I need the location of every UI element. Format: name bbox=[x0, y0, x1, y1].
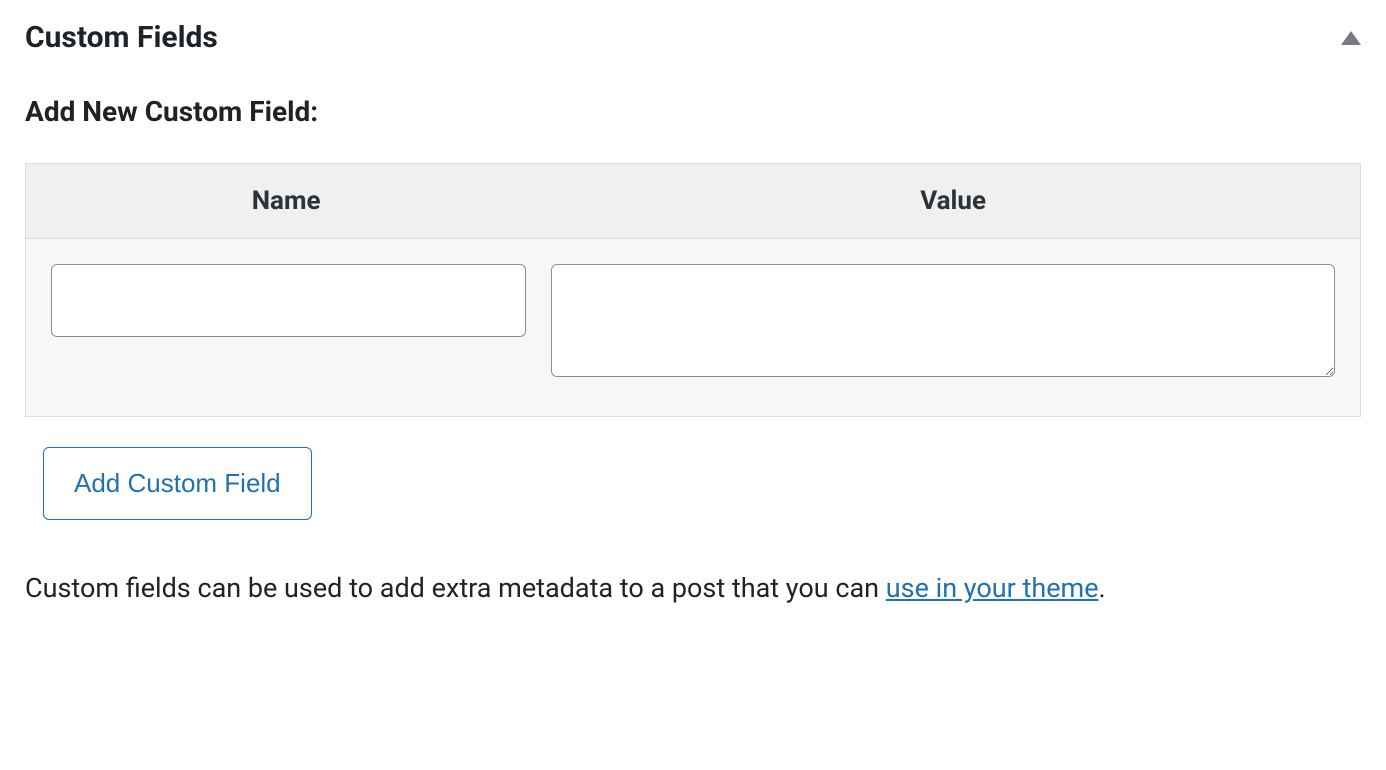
name-input-cell bbox=[51, 264, 526, 337]
table-body bbox=[26, 239, 1360, 416]
collapse-up-icon[interactable] bbox=[1341, 31, 1361, 45]
table-header-row: Name Value bbox=[26, 164, 1360, 238]
description-before: Custom fields can be used to add extra m… bbox=[25, 572, 886, 604]
custom-field-value-textarea[interactable] bbox=[551, 264, 1335, 377]
use-in-theme-link[interactable]: use in your theme bbox=[886, 572, 1099, 604]
custom-field-name-input[interactable] bbox=[51, 264, 526, 337]
add-new-heading: Add New Custom Field: bbox=[25, 95, 1361, 128]
custom-fields-table: Name Value bbox=[25, 163, 1361, 417]
custom-fields-panel: Custom Fields Add New Custom Field: Name… bbox=[0, 0, 1386, 632]
value-input-cell bbox=[551, 264, 1335, 381]
description-text: Custom fields can be used to add extra m… bbox=[25, 565, 1361, 612]
description-after: . bbox=[1099, 572, 1106, 604]
panel-title: Custom Fields bbox=[25, 20, 218, 55]
table-header: Name Value bbox=[26, 164, 1360, 239]
column-header-name: Name bbox=[26, 164, 546, 238]
add-custom-field-button[interactable]: Add Custom Field bbox=[43, 447, 312, 520]
column-header-value: Value bbox=[546, 164, 1360, 238]
panel-header: Custom Fields bbox=[25, 20, 1361, 55]
